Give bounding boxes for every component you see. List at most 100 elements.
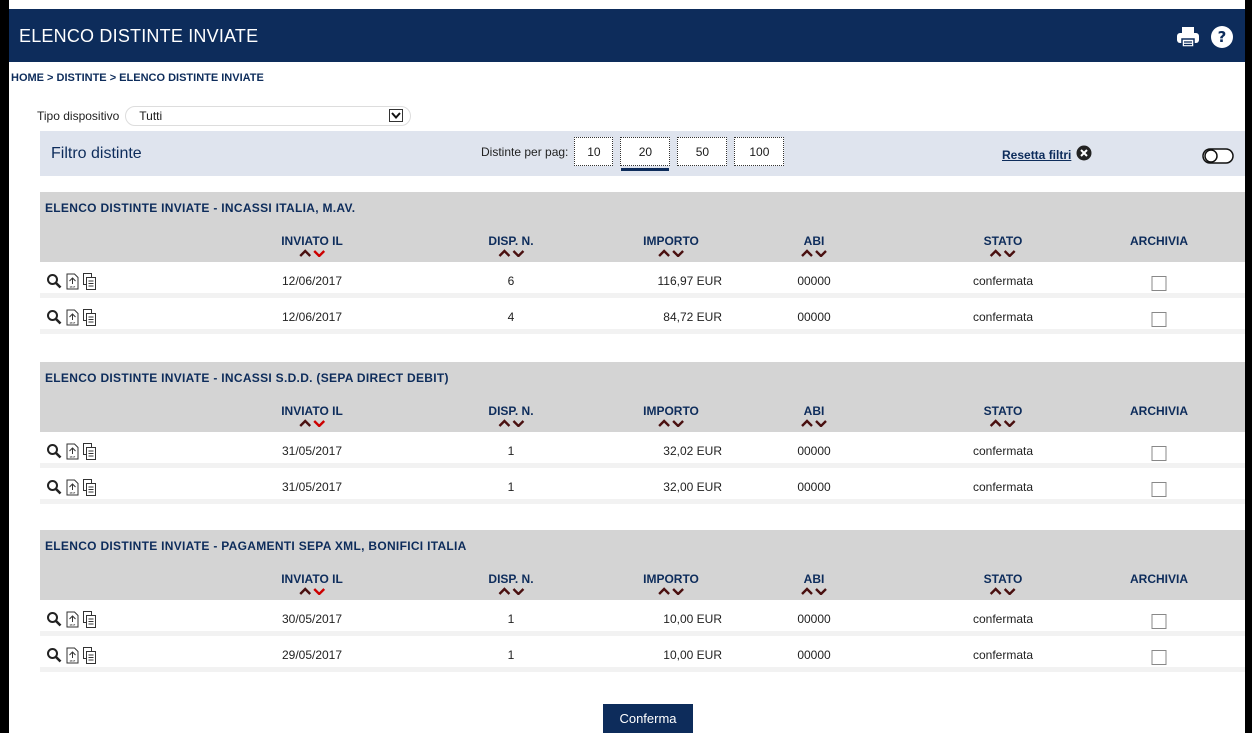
- sort-icon[interactable]: [800, 587, 828, 595]
- copy-document-icon[interactable]: [83, 309, 96, 326]
- col-disp-n[interactable]: DISP. N.: [488, 572, 534, 597]
- col-importo[interactable]: IMPORTO: [643, 572, 699, 597]
- copy-document-icon[interactable]: [83, 443, 96, 460]
- col-inviato-il[interactable]: INVIATO IL: [281, 404, 343, 429]
- pdf-icon[interactable]: PDF: [66, 479, 79, 496]
- section-incassi-mav: ELENCO DISTINTE INVIATE - INCASSI ITALIA…: [40, 192, 1245, 334]
- cell-stato: confermata: [972, 648, 1034, 662]
- search-icon[interactable]: [46, 273, 62, 289]
- svg-text:PDF: PDF: [70, 455, 76, 459]
- copy-document-icon[interactable]: [83, 611, 96, 628]
- search-icon[interactable]: [46, 309, 62, 325]
- svg-text:?: ?: [1218, 28, 1227, 46]
- cell-stato: confermata: [972, 612, 1034, 626]
- cell-abi: 00000: [797, 444, 831, 458]
- search-icon[interactable]: [46, 611, 62, 627]
- cell-date: 29/05/2017: [281, 648, 343, 662]
- sort-icon[interactable]: [989, 419, 1017, 427]
- clear-icon[interactable]: [1076, 145, 1092, 164]
- reset-filters-button[interactable]: Resetta filtri: [1002, 145, 1092, 164]
- search-icon[interactable]: [46, 443, 62, 459]
- col-stato[interactable]: STATO: [984, 404, 1022, 429]
- sort-icon[interactable]: [989, 587, 1017, 595]
- archivia-checkbox[interactable]: [1151, 446, 1167, 461]
- col-importo[interactable]: IMPORTO: [643, 234, 699, 259]
- archivia-checkbox[interactable]: [1151, 650, 1167, 665]
- tipo-dispositivo-label: Tipo dispositivo: [37, 109, 120, 123]
- copy-document-icon[interactable]: [83, 647, 96, 664]
- col-inviato-il[interactable]: INVIATO IL: [281, 234, 343, 259]
- sort-icon[interactable]: [657, 587, 685, 595]
- print-icon[interactable]: [1175, 24, 1201, 50]
- svg-text:PDF: PDF: [70, 623, 76, 627]
- cell-abi: 00000: [797, 480, 831, 494]
- per-page-20-button[interactable]: 20: [620, 137, 671, 171]
- tipo-dispositivo-select[interactable]: Tutti: [125, 106, 412, 126]
- sort-icon[interactable]: [497, 587, 525, 595]
- filter-title[interactable]: Filtro distinte: [51, 145, 142, 163]
- svg-text:PDF: PDF: [70, 491, 76, 495]
- cell-date: 31/05/2017: [281, 480, 343, 494]
- col-disp-n[interactable]: DISP. N.: [488, 234, 534, 259]
- pdf-icon[interactable]: PDF: [66, 647, 79, 664]
- sort-icon[interactable]: [657, 249, 685, 257]
- archivia-checkbox[interactable]: [1151, 312, 1167, 327]
- col-inviato-il[interactable]: INVIATO IL: [281, 572, 343, 597]
- col-disp-n[interactable]: DISP. N.: [488, 404, 534, 429]
- cell-abi: 00000: [797, 310, 831, 324]
- cell-importo: 32,00 EUR: [663, 480, 722, 494]
- archivia-checkbox[interactable]: [1151, 614, 1167, 629]
- cell-importo: 10,00 EUR: [663, 648, 722, 662]
- table-row: PDF 12/06/2017 4 84,72 EUR 00000 conferm…: [40, 298, 1245, 334]
- archivia-checkbox[interactable]: [1151, 276, 1167, 291]
- svg-text:PDF: PDF: [70, 321, 76, 325]
- chevron-down-icon[interactable]: [389, 109, 404, 122]
- sort-icon[interactable]: [657, 419, 685, 427]
- filter-toggle-icon[interactable]: [1202, 148, 1234, 167]
- section-incassi-sdd: ELENCO DISTINTE INVIATE - INCASSI S.D.D.…: [40, 362, 1245, 504]
- section-pagamenti-sepa: ELENCO DISTINTE INVIATE - PAGAMENTI SEPA…: [40, 530, 1245, 672]
- search-icon[interactable]: [46, 479, 62, 495]
- col-abi[interactable]: ABI: [800, 572, 828, 597]
- sort-icon[interactable]: [800, 419, 828, 427]
- section-title: ELENCO DISTINTE INVIATE - INCASSI ITALIA…: [40, 192, 1245, 224]
- breadcrumb[interactable]: HOME > DISTINTE > ELENCO DISTINTE INVIAT…: [11, 72, 264, 84]
- section-title: ELENCO DISTINTE INVIATE - INCASSI S.D.D.…: [40, 362, 1245, 394]
- copy-document-icon[interactable]: [83, 273, 96, 290]
- col-archivia: ARCHIVIA: [1129, 234, 1189, 248]
- cell-disp: 1: [507, 612, 515, 626]
- page-frame: ELENCO DISTINTE INVIATE ? HOME > DISTINT…: [0, 0, 1252, 733]
- svg-text:PDF: PDF: [70, 285, 76, 289]
- sort-icon[interactable]: [298, 419, 326, 427]
- pdf-icon[interactable]: PDF: [66, 309, 79, 326]
- col-abi[interactable]: ABI: [800, 404, 828, 429]
- pdf-icon[interactable]: PDF: [66, 273, 79, 290]
- col-importo[interactable]: IMPORTO: [643, 404, 699, 429]
- cell-disp: 4: [507, 310, 515, 324]
- sort-icon[interactable]: [298, 587, 326, 595]
- col-archivia: ARCHIVIA: [1129, 404, 1189, 418]
- search-icon[interactable]: [46, 647, 62, 663]
- pdf-icon[interactable]: PDF: [66, 611, 79, 628]
- cell-disp: 1: [507, 648, 515, 662]
- col-abi[interactable]: ABI: [800, 234, 828, 259]
- cell-disp: 1: [507, 444, 515, 458]
- per-page-50-button[interactable]: 50: [677, 137, 728, 166]
- sort-icon[interactable]: [298, 249, 326, 257]
- cell-abi: 00000: [797, 648, 831, 662]
- table-row: PDF 31/05/2017 1 32,00 EUR 00000 conferm…: [40, 468, 1245, 504]
- col-stato[interactable]: STATO: [984, 234, 1022, 259]
- sort-icon[interactable]: [989, 249, 1017, 257]
- copy-document-icon[interactable]: [83, 479, 96, 496]
- sort-icon[interactable]: [497, 249, 525, 257]
- confirm-button[interactable]: Conferma: [603, 704, 693, 733]
- per-page-10-button[interactable]: 10: [574, 137, 614, 166]
- sort-icon[interactable]: [497, 419, 525, 427]
- pdf-icon[interactable]: PDF: [66, 443, 79, 460]
- help-icon[interactable]: ?: [1209, 24, 1235, 50]
- per-page-100-button[interactable]: 100: [734, 137, 785, 166]
- reset-filters-label[interactable]: Resetta filtri: [1002, 148, 1071, 162]
- archivia-checkbox[interactable]: [1151, 482, 1167, 497]
- col-stato[interactable]: STATO: [984, 572, 1022, 597]
- sort-icon[interactable]: [800, 249, 828, 257]
